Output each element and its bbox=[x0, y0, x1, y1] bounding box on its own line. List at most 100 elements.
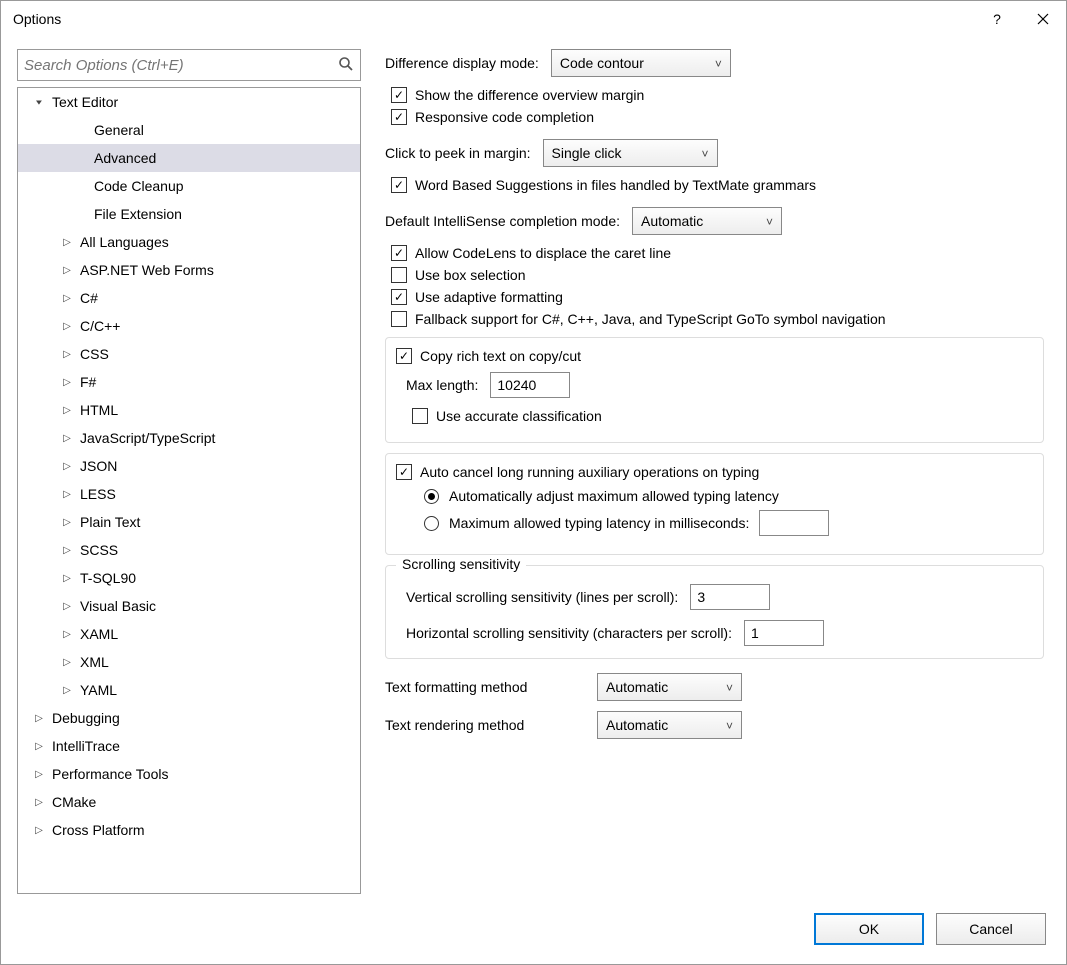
caret-closed-icon[interactable] bbox=[60, 321, 74, 332]
tree-item[interactable]: Cross Platform bbox=[18, 816, 360, 844]
word-suggestions-checkbox[interactable] bbox=[391, 177, 407, 193]
caret-closed-icon[interactable] bbox=[60, 517, 74, 528]
tree-item[interactable]: YAML bbox=[18, 676, 360, 704]
responsive-completion-label: Responsive code completion bbox=[415, 109, 594, 125]
search-box[interactable] bbox=[17, 49, 361, 81]
tree-item-label: YAML bbox=[80, 682, 117, 698]
caret-closed-icon[interactable] bbox=[60, 265, 74, 276]
responsive-completion-checkbox[interactable] bbox=[391, 109, 407, 125]
tree-item[interactable]: JavaScript/TypeScript bbox=[18, 424, 360, 452]
box-selection-checkbox[interactable] bbox=[391, 267, 407, 283]
accurate-classification-label: Use accurate classification bbox=[436, 408, 602, 424]
caret-closed-icon[interactable] bbox=[32, 797, 46, 808]
tree-item[interactable]: Plain Text bbox=[18, 508, 360, 536]
caret-closed-icon[interactable] bbox=[60, 405, 74, 416]
caret-closed-icon[interactable] bbox=[60, 433, 74, 444]
max-latency-radio[interactable] bbox=[424, 516, 439, 531]
tree-item[interactable]: All Languages bbox=[18, 228, 360, 256]
tree-item[interactable]: CSS bbox=[18, 340, 360, 368]
tree-item[interactable]: HTML bbox=[18, 396, 360, 424]
diff-mode-combo[interactable]: Code contour bbox=[551, 49, 731, 77]
help-button[interactable]: ? bbox=[974, 1, 1020, 37]
caret-closed-icon[interactable] bbox=[60, 657, 74, 668]
caret-closed-icon[interactable] bbox=[60, 685, 74, 696]
copy-rich-text-checkbox[interactable] bbox=[396, 348, 412, 364]
scrolling-legend: Scrolling sensitivity bbox=[396, 556, 526, 572]
tree-item[interactable]: T-SQL90 bbox=[18, 564, 360, 592]
tree-item-label: All Languages bbox=[80, 234, 169, 250]
chevron-down-icon bbox=[726, 717, 733, 733]
caret-closed-icon[interactable] bbox=[60, 377, 74, 388]
options-tree[interactable]: Text Editor General AdvancedCode CleanupFi… bbox=[17, 87, 361, 894]
tree-item[interactable]: IntelliTrace bbox=[18, 732, 360, 760]
auto-adjust-radio[interactable] bbox=[424, 489, 439, 504]
close-icon bbox=[1037, 13, 1049, 25]
dialog-footer: OK Cancel bbox=[1, 894, 1066, 964]
search-input[interactable] bbox=[24, 57, 338, 74]
tree-item-label: Plain Text bbox=[80, 514, 140, 530]
tree-item[interactable]: Text Editor bbox=[18, 88, 360, 116]
click-peek-combo[interactable]: Single click bbox=[543, 139, 718, 167]
max-latency-input[interactable] bbox=[759, 510, 829, 536]
tree-item[interactable]: Debugging bbox=[18, 704, 360, 732]
adaptive-formatting-checkbox[interactable] bbox=[391, 289, 407, 305]
caret-closed-icon[interactable] bbox=[60, 601, 74, 612]
caret-closed-icon[interactable] bbox=[60, 545, 74, 556]
fallback-goto-checkbox[interactable] bbox=[391, 311, 407, 327]
tree-item[interactable]: Advanced bbox=[18, 144, 360, 172]
tree-item[interactable]: C# bbox=[18, 284, 360, 312]
tree-item-label: ASP.NET Web Forms bbox=[80, 262, 214, 278]
caret-open-icon[interactable] bbox=[32, 97, 46, 108]
intellisense-label: Default IntelliSense completion mode: bbox=[385, 213, 620, 229]
codelens-displace-checkbox[interactable] bbox=[391, 245, 407, 261]
tree-item[interactable]: C/C++ bbox=[18, 312, 360, 340]
chevron-down-icon bbox=[715, 55, 722, 71]
text-format-combo[interactable]: Automatic bbox=[597, 673, 742, 701]
max-length-input[interactable] bbox=[490, 372, 570, 398]
caret-closed-icon[interactable] bbox=[32, 769, 46, 780]
tree-item[interactable]: F# bbox=[18, 368, 360, 396]
window-title: Options bbox=[13, 11, 974, 27]
tree-item[interactable]: SCSS bbox=[18, 536, 360, 564]
tree-item[interactable]: Visual Basic bbox=[18, 592, 360, 620]
caret-closed-icon[interactable] bbox=[32, 741, 46, 752]
tree-item-label: C# bbox=[80, 290, 98, 306]
tree-item[interactable]: XML bbox=[18, 648, 360, 676]
caret-closed-icon[interactable] bbox=[60, 629, 74, 640]
caret-closed-icon[interactable] bbox=[60, 489, 74, 500]
caret-closed-icon[interactable] bbox=[60, 293, 74, 304]
tree-item[interactable]: Code Cleanup bbox=[18, 172, 360, 200]
tree-item[interactable]: XAML bbox=[18, 620, 360, 648]
tree-item[interactable]: LESS bbox=[18, 480, 360, 508]
tree-item[interactable]: JSON bbox=[18, 452, 360, 480]
text-render-combo[interactable]: Automatic bbox=[597, 711, 742, 739]
auto-cancel-checkbox[interactable] bbox=[396, 464, 412, 480]
vscroll-input[interactable] bbox=[690, 584, 770, 610]
scrolling-group: Scrolling sensitivity Vertical scrolling… bbox=[385, 565, 1044, 659]
cancel-button[interactable]: Cancel bbox=[936, 913, 1046, 945]
codelens-displace-label: Allow CodeLens to displace the caret lin… bbox=[415, 245, 671, 261]
caret-closed-icon[interactable] bbox=[60, 237, 74, 248]
show-diff-margin-checkbox[interactable] bbox=[391, 87, 407, 103]
tree-item-label: General bbox=[94, 122, 144, 138]
tree-item[interactable]: ASP.NET Web Forms bbox=[18, 256, 360, 284]
tree-item[interactable]: File Extension bbox=[18, 200, 360, 228]
tree-item-label: XML bbox=[80, 654, 109, 670]
caret-closed-icon[interactable] bbox=[60, 573, 74, 584]
tree-item[interactable]: General bbox=[18, 116, 360, 144]
ok-button[interactable]: OK bbox=[814, 913, 924, 945]
close-button[interactable] bbox=[1020, 1, 1066, 37]
tree-item[interactable]: Performance Tools bbox=[18, 760, 360, 788]
caret-closed-icon[interactable] bbox=[32, 825, 46, 836]
caret-closed-icon[interactable] bbox=[60, 461, 74, 472]
click-peek-value: Single click bbox=[552, 145, 622, 161]
caret-closed-icon[interactable] bbox=[60, 349, 74, 360]
text-render-label: Text rendering method bbox=[385, 717, 585, 733]
caret-closed-icon[interactable] bbox=[32, 713, 46, 724]
hscroll-input[interactable] bbox=[744, 620, 824, 646]
tree-item[interactable]: CMake bbox=[18, 788, 360, 816]
intellisense-combo[interactable]: Automatic bbox=[632, 207, 782, 235]
accurate-classification-checkbox[interactable] bbox=[412, 408, 428, 424]
click-peek-label: Click to peek in margin: bbox=[385, 145, 531, 161]
text-render-value: Automatic bbox=[606, 717, 668, 733]
